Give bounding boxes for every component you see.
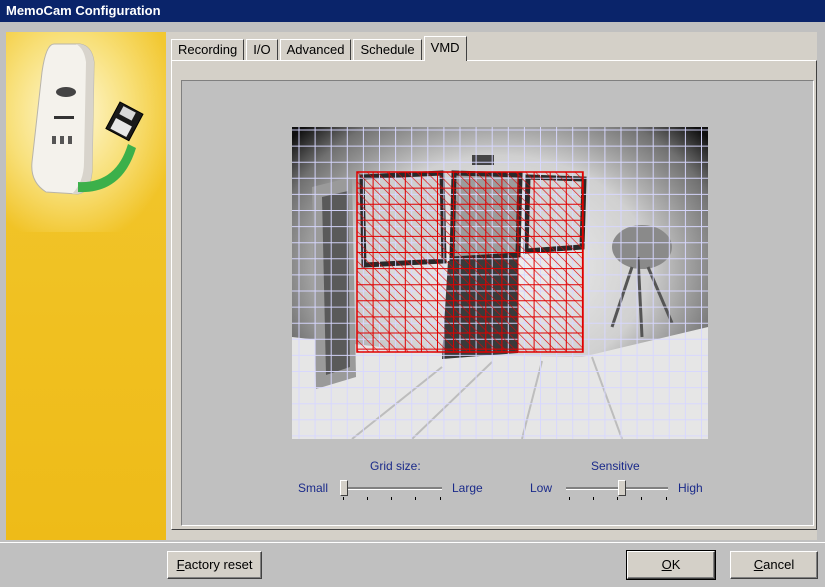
motion-detection-grid[interactable] [292,127,708,439]
grid-size-slider-thumb[interactable] [340,480,348,496]
factory-reset-button[interactable]: Factory reset [167,551,262,579]
tab-schedule[interactable]: Schedule [353,39,422,60]
cancel-button[interactable]: Cancel [730,551,818,579]
ok-button[interactable]: OK [626,550,716,580]
tab-recording[interactable]: Recording [171,39,245,60]
camera-device-icon [31,43,144,195]
window-title: MemoCam Configuration [6,3,161,18]
sensitivity-max-label: High [678,481,703,495]
title-bar: MemoCam Configuration [0,0,825,22]
detection-grid-overlay [292,127,708,439]
grid-size-min-label: Small [298,481,329,495]
sidebar-banner [6,32,166,540]
sensitivity-slider-thumb[interactable] [617,480,626,496]
sensitivity-caption: Sensitive [591,459,640,473]
sensitivity-min-label: Low [530,481,553,495]
grid-size-track[interactable] [340,487,442,490]
tab-advanced[interactable]: Advanced [279,39,352,60]
tab-vmd[interactable]: VMD [423,36,467,61]
grid-size-max-label: Large [452,481,483,495]
tab-io[interactable]: I/O [246,39,278,60]
grid-size-caption: Grid size: [370,459,421,473]
tab-strip: Recording I/O Advanced Schedule VMD [171,36,469,61]
